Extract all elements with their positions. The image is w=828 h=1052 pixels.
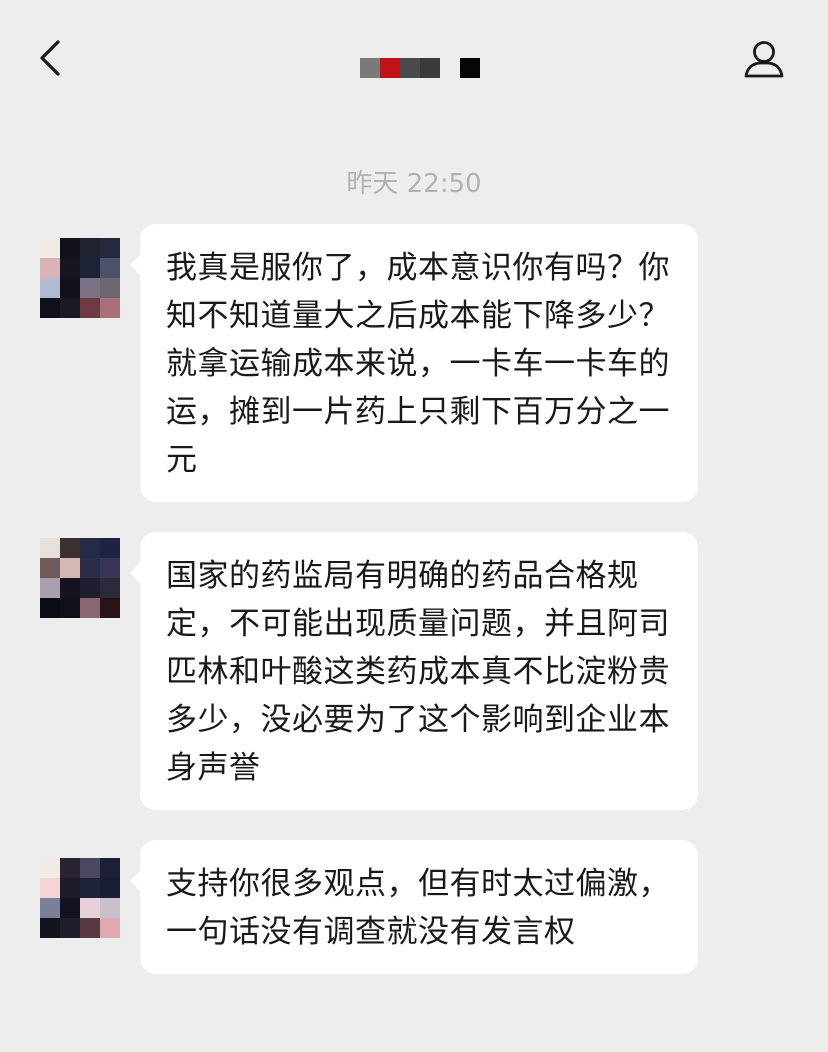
- message-bubble[interactable]: 国家的药监局有明确的药品合格规定，不可能出现质量问题，并且阿司匹林和叶酸这类药成…: [130, 532, 698, 810]
- chat-screen: 昨天 22:50 我真是服你了，成本意识你有吗？你知不知道量大之后成本能下降多少…: [0, 0, 828, 1052]
- message-text: 支持你很多观点，但有时太过偏激，一句话没有调查就没有发言权: [166, 866, 670, 950]
- person-icon: [744, 41, 784, 78]
- message-text: 我真是服你了，成本意识你有吗？你知不知道量大之后成本能下降多少？就拿运输成本来说…: [166, 250, 670, 478]
- message-timestamp: 昨天 22:50: [346, 169, 482, 199]
- message-text: 国家的药监局有明确的药品合格规定，不可能出现质量问题，并且阿司匹林和叶酸这类药成…: [166, 558, 670, 786]
- avatar[interactable]: [40, 238, 120, 318]
- avatar[interactable]: [40, 858, 120, 938]
- chat-title-redacted: [360, 58, 482, 78]
- message-bubble[interactable]: 我真是服你了，成本意识你有吗？你知不知道量大之后成本能下降多少？就拿运输成本来说…: [130, 224, 698, 502]
- profile-button[interactable]: [740, 36, 788, 84]
- message-bubble[interactable]: 支持你很多观点，但有时太过偏激，一句话没有调查就没有发言权: [130, 840, 698, 974]
- back-button[interactable]: [32, 36, 72, 84]
- avatar[interactable]: [40, 538, 120, 618]
- chevron-left-icon: [40, 40, 60, 76]
